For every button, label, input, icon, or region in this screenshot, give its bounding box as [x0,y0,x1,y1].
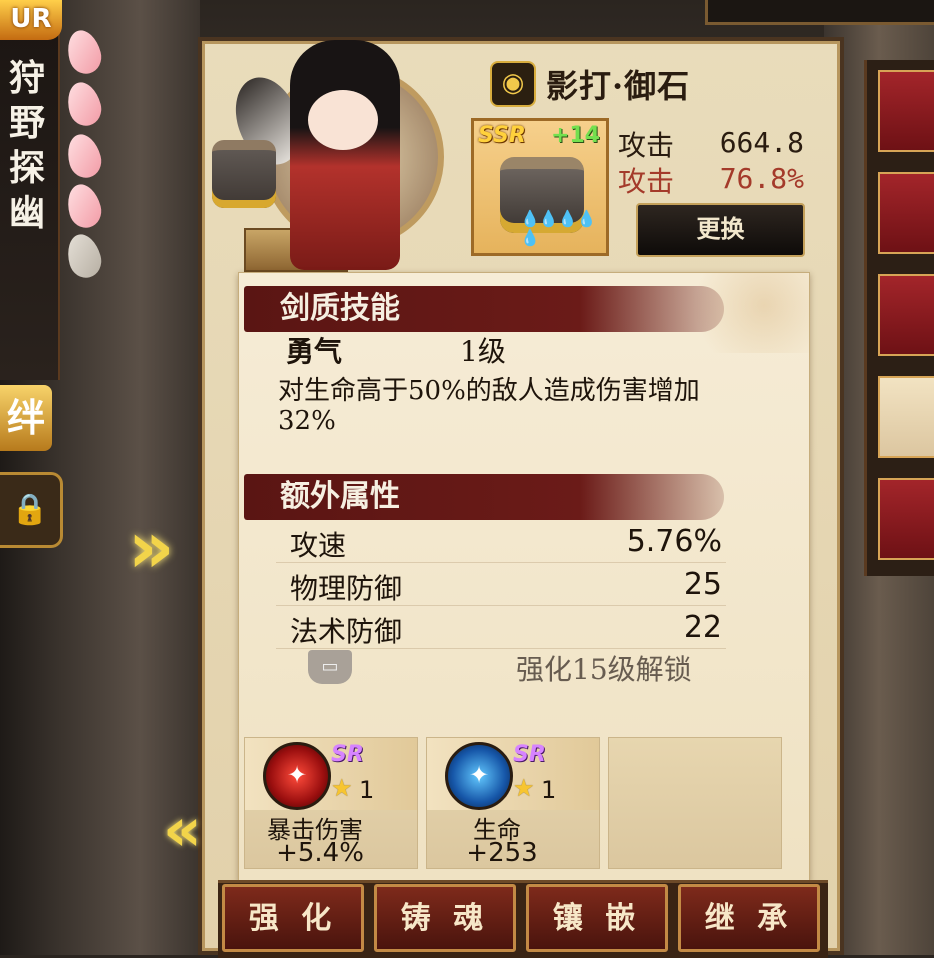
kizuna-button[interactable]: 绊 [0,385,52,451]
side-tab-2[interactable] [878,172,934,254]
stat-label: 攻击 [618,129,675,162]
item-name-row: ◉ 影打·御石 [490,60,690,108]
rarity-badge: SSR [478,123,526,148]
skill-level: 1级 [460,335,506,368]
star-count: 1 [541,776,557,804]
chevron-right-icon[interactable]: » [128,505,175,589]
skill-description: 对生命高于50%的敌人造成伤害增加32% [278,376,700,436]
extra-attr-section-title: 额外属性 [244,474,724,520]
soul-flame-icons: 💧💧💧💧💧 [520,209,597,247]
attr-row: 物理防御 25 [276,563,726,606]
side-tab-1[interactable] [878,70,934,152]
locked-attr-text: 强化15级解锁 [516,653,692,686]
enhance-button[interactable]: 强 化 [222,884,364,952]
rank-badge: UR [0,0,62,40]
soul-slot[interactable]: ✦ SR ★ 1 生命 +253 [426,737,600,869]
attr-row: 攻速 5.76% [276,520,726,563]
stat-value: 76.8% [719,162,804,195]
skill-name: 勇气 [286,335,343,368]
item-name: 影打·御石 [546,67,691,105]
inherit-button[interactable]: 继 承 [678,884,820,952]
rarity-badge: SR [513,742,546,767]
attr-value: 22 [683,610,722,645]
lock-icon: ▭ [308,650,352,684]
crit-damage-orb-icon: ✦ [263,742,331,810]
soul-slot-empty[interactable] [608,737,782,869]
hp-orb-icon: ✦ [445,742,513,810]
star-icon: ★ [513,774,535,802]
soul-slot[interactable]: ✦ SR ★ 1 暴击伤害 +5.4% [244,737,418,869]
inlay-button[interactable]: 镶 嵌 [526,884,668,952]
attr-name: 攻速 [290,529,347,562]
character-name-vertical: 狩野探幽 [8,57,45,234]
attr-row: 法术防御 22 [276,606,726,649]
item-card[interactable]: SSR +14 💧💧💧💧💧 [471,118,609,256]
drum-icon [212,140,276,208]
attr-value: 5.76% [626,524,722,559]
star-count: 1 [359,776,375,804]
attr-name: 法术防御 [290,615,403,648]
lock-icon[interactable]: 🔒 [0,472,63,548]
enhance-level: +14 [550,123,600,148]
side-tab-5[interactable] [878,478,934,560]
rarity-badge: SR [331,742,364,767]
forge-soul-button[interactable]: 铸 魂 [374,884,516,952]
swap-button[interactable]: 更换 [636,203,805,257]
slot-value: +5.4% [276,838,364,868]
attr-name: 物理防御 [290,572,403,605]
stat-label: 攻击 [618,165,675,198]
side-tab-4[interactable] [878,376,934,458]
top-right-bar [705,0,934,25]
stat-value: 664.8 [719,126,804,159]
side-tab-3[interactable] [878,274,934,356]
chevron-left-icon[interactable]: « [163,795,202,865]
star-icon: ★ [331,774,353,802]
mask-icon: ◉ [490,61,536,107]
skill-section-title: 剑质技能 [244,286,724,332]
slot-value: +253 [466,838,538,868]
character-sprite[interactable] [290,40,400,270]
character-face [308,90,378,150]
attr-value: 25 [683,567,722,602]
